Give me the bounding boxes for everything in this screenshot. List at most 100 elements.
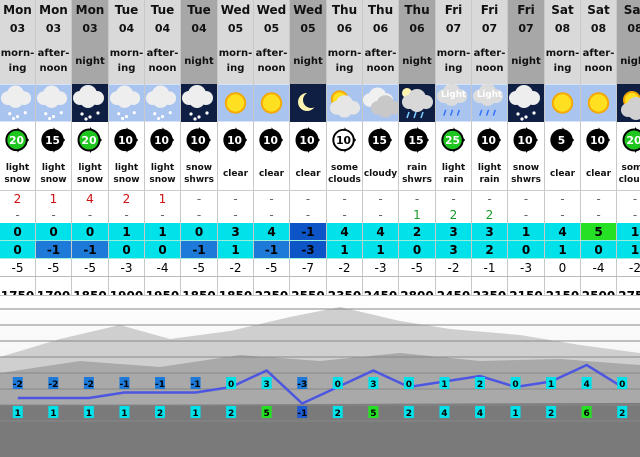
snowfall-value: - (398, 190, 436, 207)
light-rain-icon: Light (436, 84, 471, 122)
min-temp: 0 (580, 240, 617, 259)
wind-chill: -2 (326, 258, 363, 277)
wind-arrow-icon: 10 (513, 127, 538, 153)
wind-chill: -5 (253, 258, 290, 277)
weather-icon-row: Light Light (0, 84, 640, 122)
svg-text:-2: -2 (48, 380, 58, 390)
day-label: Wed (289, 0, 327, 19)
lower-level-marker: 5 (261, 406, 272, 419)
svg-text:2: 2 (335, 409, 341, 419)
upper-level-marker: 0 (403, 377, 414, 390)
summary-line: snow (512, 163, 540, 173)
wind-arrow-icon: 10 (186, 127, 211, 153)
summary-line: snow (4, 175, 31, 185)
day-row: Mon Mon Mon Tue Tue Tue Wed Wed Wed Thu Thu Thu Fri F… (0, 0, 640, 19)
max-temp: 1 (507, 223, 545, 241)
date-label: 05 (289, 19, 327, 38)
upper-level-marker: 1 (439, 377, 450, 390)
lower-level-marker: 5 (368, 406, 379, 419)
snowfall-value: - (180, 190, 218, 207)
date-label: 07 (435, 19, 472, 38)
snowfall-value: 2 (108, 190, 145, 207)
moon-icon (290, 84, 326, 122)
sun-icon (545, 84, 580, 122)
max-temp: 2 (398, 223, 436, 241)
wind-speed: 10 (336, 134, 351, 147)
rain-value: - (253, 207, 290, 223)
date-label: 06 (362, 19, 399, 38)
max-temp: 3 (435, 223, 472, 241)
svg-text:1: 1 (548, 380, 554, 390)
rain-value: 2 (435, 207, 472, 223)
date-label: 08 (580, 19, 617, 38)
rain-value: - (35, 207, 72, 223)
summary-line: light (41, 163, 66, 173)
snowfall-value: - (253, 190, 290, 207)
snowfall-value: - (289, 190, 327, 207)
weather-summary: light snow (0, 158, 36, 191)
wind-row: 20 15 20 10 10 10 10 10 10 10 15 15 25 10 10 5 10 20 (0, 122, 640, 158)
period-label: after-noon (580, 38, 617, 84)
sun-icon (581, 84, 616, 122)
max-temp: 4 (326, 223, 363, 241)
svg-text:0: 0 (619, 380, 625, 390)
wind-speed: 10 (590, 134, 605, 147)
weather-summary: light snow (108, 158, 145, 191)
date-label: 04 (180, 19, 218, 38)
weather-summary: snow shwrs (507, 158, 545, 191)
min-temp: 0 (507, 240, 545, 259)
wind-chill: -2 (217, 258, 254, 277)
summary-line: light (150, 163, 175, 173)
wind-speed: 10 (154, 134, 169, 147)
period-line: noon (257, 63, 286, 74)
wind-chill: -3 (507, 258, 545, 277)
day-label: Sat (580, 0, 617, 19)
summary-line: light (5, 163, 30, 173)
date-row: 030303040404050505060606070707080808 (0, 19, 640, 38)
snowfall-value: - (544, 190, 581, 207)
wind-arrow-icon: 15 (404, 127, 429, 153)
period-label: after-noon (144, 38, 181, 84)
date-label: 04 (144, 19, 181, 38)
svg-text:5: 5 (264, 409, 270, 419)
min-temp: -1 (71, 240, 109, 259)
svg-text:3: 3 (264, 380, 270, 390)
period-line: noon (475, 63, 504, 74)
upper-level-marker: -1 (119, 377, 130, 390)
wind-chill: -7 (289, 258, 327, 277)
wind-arrow-icon: 25 (441, 127, 466, 153)
upper-level-marker: 0 (510, 377, 521, 390)
period-label: morn-ing (326, 38, 363, 84)
period-label: morn-ing (544, 38, 581, 84)
min-temp: 0 (108, 240, 145, 259)
max-temp-row: 0 0 0 1 1 0 3 4 -1 4 4 2 3 3 1 4 5 1 (0, 223, 640, 241)
wind-arrow-icon: 5 (550, 127, 575, 153)
rain-value: - (108, 207, 145, 223)
max-temp: 5 (580, 223, 617, 241)
summary-line: clear (549, 169, 576, 179)
rain-value: - (289, 207, 327, 223)
wind-speed: 10 (299, 134, 315, 147)
period-label: night (616, 38, 640, 84)
svg-text:1: 1 (50, 409, 56, 419)
snowfall-value: - (507, 190, 545, 207)
summary-line: light (441, 163, 466, 173)
snowfall-value: - (326, 190, 363, 207)
summary-line: snow (149, 175, 176, 185)
day-label: Sat (544, 0, 581, 19)
weather-summary: clear (217, 158, 254, 191)
lower-level-marker: 1 (48, 406, 59, 419)
weather-summary: some clouds (326, 158, 363, 191)
weather-summary: light snow (71, 158, 109, 191)
wind-chill: -5 (71, 258, 109, 277)
period-label: morn-ing (435, 38, 472, 84)
wind-arrow-icon: 20 (5, 127, 30, 153)
svg-text:2: 2 (406, 409, 412, 419)
weather-summary: clear (289, 158, 327, 191)
wind-chill-row: -5 -5 -5 -3 -4 -5 -2 -5 -7 -2 -3 -5 -2 -1 -3 0 -4 -2 (0, 258, 640, 277)
max-temp: 3 (217, 223, 254, 241)
rain-value: - (544, 207, 581, 223)
snow-forecast-table: Mon Mon Mon Tue Tue Tue Wed Wed Wed Thu Thu Thu Fri F… (0, 0, 640, 457)
wind-arrow-icon: 15 (368, 127, 393, 153)
upper-level-marker: 3 (261, 377, 272, 390)
